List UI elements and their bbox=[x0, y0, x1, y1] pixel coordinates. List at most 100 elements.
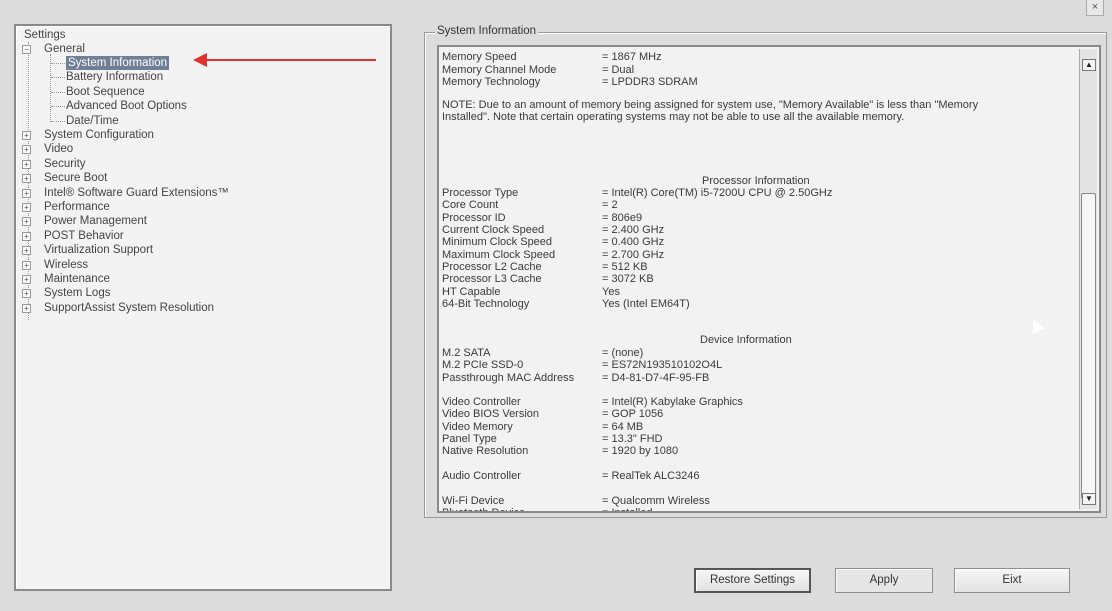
system-information-box: NOTE: Due to an amount of memory being a… bbox=[437, 45, 1101, 513]
tree-item-boot-sequence[interactable]: Boot Sequence bbox=[66, 85, 145, 99]
tree-item-advanced-boot-options[interactable]: Advanced Boot Options bbox=[66, 99, 187, 113]
expand-icon[interactable]: + bbox=[22, 131, 31, 140]
field-value: = ES72N193510102O4L bbox=[602, 359, 723, 372]
info-scrollbar[interactable]: ▲ ▼ bbox=[1079, 49, 1097, 509]
expand-icon[interactable]: + bbox=[22, 145, 31, 155]
processor-section-title: Processor Information bbox=[702, 175, 810, 187]
scroll-thumb[interactable] bbox=[1081, 193, 1096, 499]
tree-root-settings[interactable]: Settings bbox=[24, 28, 66, 42]
tree-connector bbox=[51, 91, 65, 93]
tree-connector bbox=[51, 120, 65, 122]
field-label: Wi-Fi Device bbox=[442, 495, 505, 507]
window-close-button[interactable]: × bbox=[1086, 0, 1104, 16]
tree-item-supportassist-system-resolution[interactable]: SupportAssist System Resolution bbox=[44, 301, 214, 315]
field-value: = 1867 MHz bbox=[602, 51, 662, 63]
expand-icon[interactable]: + bbox=[22, 188, 31, 198]
restore-settings-button[interactable]: Restore Settings bbox=[694, 568, 811, 593]
field-label: Processor Type bbox=[442, 187, 519, 199]
field-value: = 512 KB bbox=[602, 261, 648, 274]
field-value: = 13.3" FHD bbox=[602, 433, 663, 446]
field-label: M.2 SATA bbox=[442, 347, 491, 359]
tree-item-power-management[interactable]: Power Management bbox=[44, 214, 147, 228]
field-label: Memory Technology bbox=[442, 76, 541, 89]
field-label: Panel Type bbox=[442, 433, 497, 446]
field-value: = Qualcomm Wireless bbox=[602, 495, 710, 507]
collapse-icon[interactable]: − bbox=[22, 45, 31, 54]
annotation-arrow bbox=[200, 59, 376, 61]
field-label: Core Count bbox=[442, 199, 499, 212]
tree-item-video[interactable]: Video bbox=[44, 142, 73, 156]
tree-connector bbox=[50, 54, 51, 122]
expand-icon[interactable]: + bbox=[22, 289, 31, 299]
field-value: = (none) bbox=[602, 347, 644, 359]
tree-item-system-information[interactable]: System Information bbox=[66, 56, 170, 70]
tree-item-performance[interactable]: Performance bbox=[44, 200, 110, 214]
tree-item-secure-boot[interactable]: Secure Boot bbox=[44, 171, 107, 185]
tree-item-maintenance[interactable]: Maintenance bbox=[44, 272, 110, 286]
expand-icon[interactable]: + bbox=[22, 174, 31, 184]
expand-icon[interactable]: + bbox=[22, 159, 31, 169]
field-value: Yes (Intel EM64T) bbox=[602, 298, 690, 311]
tree-connector bbox=[51, 77, 65, 79]
settings-tree: Settings − General System Information Bat… bbox=[14, 24, 392, 591]
expand-icon[interactable]: + bbox=[22, 246, 31, 256]
field-label: Current Clock Speed bbox=[442, 224, 545, 237]
field-value: = Intel(R) Core(TM) i5-7200U CPU @ 2.50G… bbox=[602, 187, 833, 199]
field-value: = Dual bbox=[602, 63, 635, 76]
tree-item-security[interactable]: Security bbox=[44, 157, 86, 171]
tree-item-date-time[interactable]: Date/Time bbox=[66, 114, 119, 128]
annotation-arrow-head-icon bbox=[193, 53, 207, 67]
tree-item-battery-information[interactable]: Battery Information bbox=[66, 70, 163, 84]
tree-connector bbox=[51, 106, 65, 108]
tree-item-virtualization-support[interactable]: Virtualization Support bbox=[44, 243, 153, 257]
expand-icon[interactable]: + bbox=[22, 303, 31, 313]
expand-icon[interactable]: + bbox=[22, 203, 31, 212]
tree-item-wireless[interactable]: Wireless bbox=[44, 258, 88, 272]
tree-connector bbox=[51, 63, 65, 64]
field-value: = 806e9 bbox=[602, 211, 643, 224]
field-value: = LPDDR3 SDRAM bbox=[602, 76, 698, 89]
tree-item-intel-software-guard-extensions[interactable]: Intel® Software Guard Extensions™ bbox=[44, 186, 229, 200]
field-value: = GOP 1056 bbox=[602, 408, 664, 421]
field-label: Maximum Clock Speed bbox=[442, 248, 556, 261]
field-value: = 2.700 GHz bbox=[602, 248, 665, 261]
field-label: Native Resolution bbox=[442, 445, 529, 458]
field-label: Processor L2 Cache bbox=[442, 261, 542, 274]
field-label: Passthrough MAC Address bbox=[442, 371, 575, 384]
memory-note: NOTE: Due to an amount of memory being a… bbox=[442, 99, 979, 123]
device-section-title: Device Information bbox=[700, 334, 792, 346]
tree-item-system-logs[interactable]: System Logs bbox=[44, 286, 110, 300]
field-label: 64-Bit Technology bbox=[442, 298, 530, 311]
scroll-down-icon[interactable]: ▼ bbox=[1082, 493, 1096, 505]
tree-item-general[interactable]: General bbox=[44, 42, 85, 56]
tree-item-system-configuration[interactable]: System Configuration bbox=[44, 128, 154, 142]
apply-button[interactable]: Apply bbox=[835, 568, 933, 593]
field-label: Memory Speed bbox=[442, 51, 517, 63]
field-label: Video Memory bbox=[442, 420, 513, 433]
system-information-group: System Information NOTE: Due to an amoun… bbox=[424, 25, 1107, 518]
field-label: Video BIOS Version bbox=[442, 408, 540, 421]
field-value: = Installed bbox=[602, 507, 652, 511]
field-label: Minimum Clock Speed bbox=[442, 236, 553, 249]
expand-icon[interactable]: + bbox=[22, 217, 31, 227]
field-label: M.2 PCIe SSD-0 bbox=[442, 359, 524, 372]
expand-icon[interactable]: + bbox=[22, 260, 31, 270]
field-value: = 0.400 GHz bbox=[602, 236, 665, 249]
tree-item-post-behavior[interactable]: POST Behavior bbox=[44, 229, 124, 243]
expand-icon[interactable]: + bbox=[22, 231, 31, 241]
expand-icon[interactable]: + bbox=[22, 275, 31, 284]
field-label: Processor ID bbox=[442, 211, 506, 224]
field-value: = 1920 by 1080 bbox=[602, 445, 679, 458]
field-value: = RealTek ALC3246 bbox=[602, 470, 700, 482]
scroll-up-icon[interactable]: ▲ bbox=[1082, 59, 1096, 71]
field-label: Bluetooth Device bbox=[442, 507, 525, 511]
field-label: Audio Controller bbox=[442, 470, 521, 482]
field-value: Yes bbox=[602, 285, 620, 298]
group-title: System Information bbox=[435, 25, 539, 37]
field-value: = 2.400 GHz bbox=[602, 224, 665, 237]
field-value: = D4-81-D7-4F-95-FB bbox=[602, 371, 710, 384]
field-value: = 2 bbox=[602, 199, 618, 212]
field-label: HT Capable bbox=[442, 285, 501, 298]
field-value: = 3072 KB bbox=[602, 273, 654, 286]
exit-button[interactable]: Eixt bbox=[954, 568, 1070, 593]
